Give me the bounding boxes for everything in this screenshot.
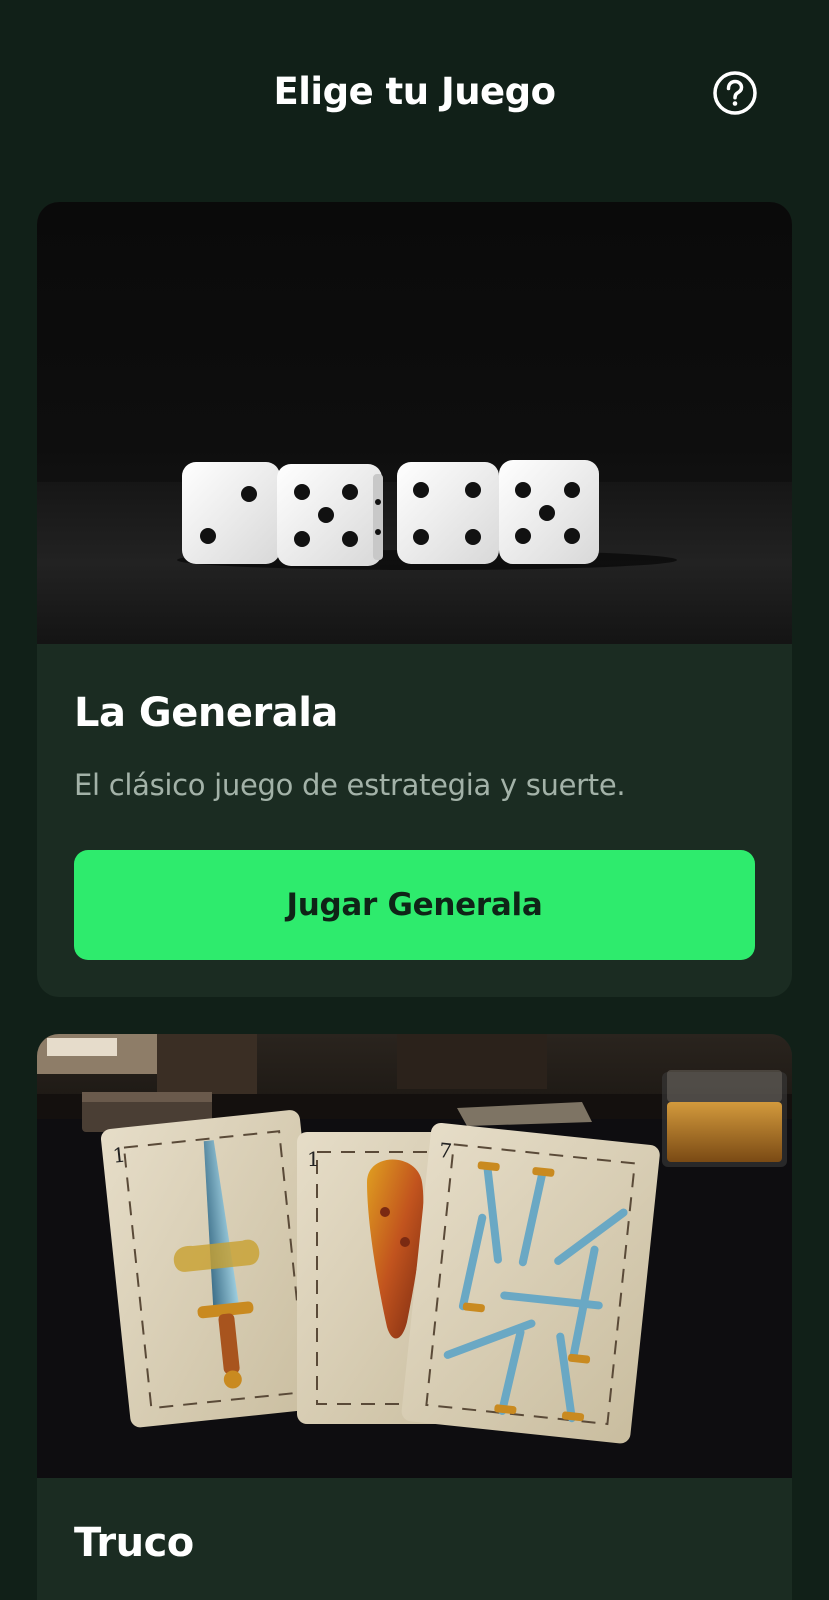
game-card-generala[interactable]: La Generala El clásico juego de estrateg… <box>37 202 792 997</box>
game-title: La Generala <box>74 690 338 736</box>
spanish-cards-image: 1 1 7 <box>37 1034 792 1478</box>
dice-image <box>37 202 792 644</box>
help-button[interactable] <box>712 70 758 116</box>
svg-text:7: 7 <box>438 1138 453 1163</box>
svg-text:1: 1 <box>307 1147 320 1171</box>
game-title: Truco <box>74 1520 194 1566</box>
play-generala-button[interactable]: Jugar Generala <box>74 850 755 960</box>
svg-text:1: 1 <box>112 1143 127 1168</box>
question-circle-icon <box>713 71 757 115</box>
game-selection-screen: Elige tu Juego La Generala El clásico ju… <box>0 0 829 1600</box>
game-card-truco[interactable]: 1 1 7 Truco <box>37 1034 792 1600</box>
page-title: Elige tu Juego <box>273 70 556 113</box>
app-header: Elige tu Juego <box>0 0 829 190</box>
game-description: El clásico juego de estrategia y suerte. <box>74 768 626 802</box>
